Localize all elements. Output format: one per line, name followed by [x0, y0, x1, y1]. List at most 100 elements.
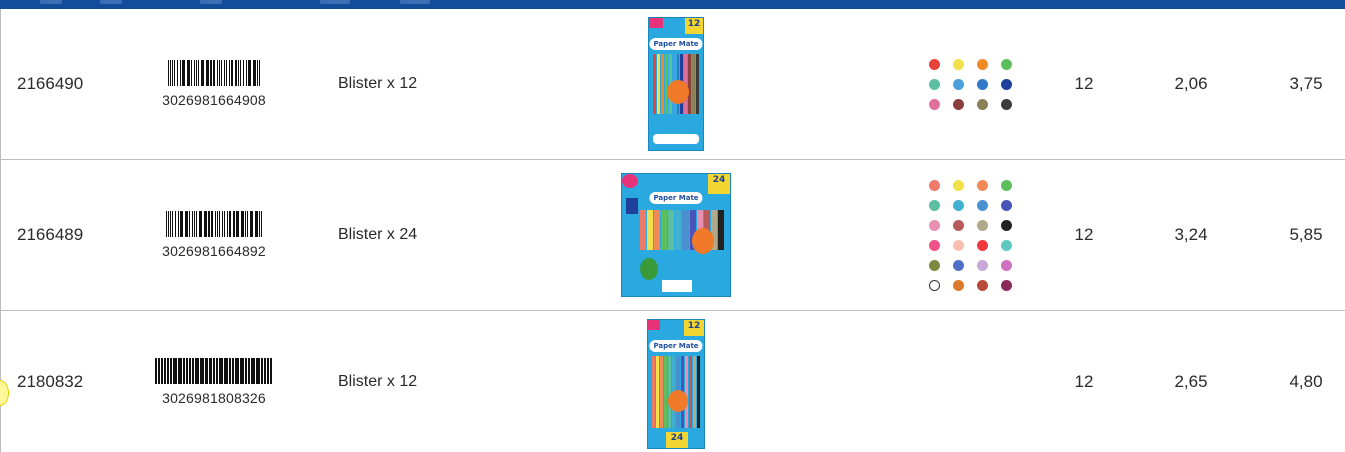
color-dot	[953, 58, 964, 70]
color-dot	[953, 98, 964, 110]
color-dot	[977, 98, 988, 110]
table-header-bar	[0, 0, 1345, 9]
pencil-stripe	[675, 210, 682, 250]
color-dot	[977, 219, 988, 231]
pencil-stripe	[664, 355, 668, 428]
product-image: 24 Paper Mate	[601, 160, 751, 310]
color-dot	[977, 199, 988, 211]
pencil-stripe	[661, 210, 668, 250]
pencil-stripe	[668, 210, 675, 250]
color-swatches	[929, 9, 1039, 159]
price-ttc: 5,85	[1289, 225, 1323, 244]
header-fragment	[200, 0, 222, 4]
color-dot-grid	[929, 179, 1012, 291]
color-dot	[929, 239, 940, 251]
pencil-stripe	[660, 355, 664, 428]
pencil-stripe	[696, 54, 700, 114]
pencil-stripe	[656, 355, 660, 428]
color-dot	[1001, 279, 1012, 291]
product-image: 12 Paper Mate 24	[601, 311, 751, 452]
product-description: Blister x 12	[338, 372, 418, 390]
color-dot	[953, 279, 964, 291]
brand-logo: Paper Mate	[649, 192, 703, 204]
product-table: 2166490 3026981664908 Blister x 12 12 Pa…	[0, 9, 1345, 452]
pack-quantity: 12	[1074, 371, 1094, 391]
pencil-stripe	[696, 355, 700, 428]
mascot-icon	[640, 258, 658, 280]
ean-cell: 3026981664908	[134, 9, 294, 159]
ean-cell: 3026981664892	[134, 160, 294, 310]
color-dot	[953, 199, 964, 211]
ean-code: 3026981664908	[162, 92, 266, 108]
color-dot	[977, 78, 988, 90]
color-dot	[953, 259, 964, 271]
color-dot	[929, 279, 940, 291]
pencil-stripe	[688, 355, 692, 428]
mascot-icon	[667, 80, 689, 104]
pencil-stripe	[647, 210, 654, 250]
pencil-pack-image: 24 Paper Mate	[621, 173, 731, 297]
color-dot	[977, 239, 988, 251]
pack-quantity: 12	[1074, 225, 1094, 244]
barcode-gap	[272, 358, 273, 384]
price-ttc: 4,80	[1289, 371, 1323, 391]
color-dot	[1001, 259, 1012, 271]
mascot-icon	[692, 228, 714, 254]
pencil-stripe	[688, 54, 692, 114]
pencil-stripe	[717, 210, 724, 250]
product-image: 12 Paper Mate	[601, 9, 751, 159]
pack-flag-icon	[622, 174, 638, 188]
pencil-pack-image: 12 Paper Mate	[648, 17, 704, 151]
pack-label-icon	[662, 280, 692, 292]
color-dot	[977, 179, 988, 191]
price-ttc: 3,75	[1289, 74, 1323, 93]
brand-logo: Paper Mate	[649, 339, 703, 352]
pencil-pack-image: 12 Paper Mate 24	[647, 318, 705, 449]
color-dot	[929, 259, 940, 271]
color-dot	[953, 179, 964, 191]
table-row: 2166490 3026981664908 Blister x 12 12 Pa…	[1, 9, 1345, 160]
color-dot	[977, 279, 988, 291]
product-ref: 2166490	[17, 74, 84, 93]
pack-size-badge: 12	[685, 18, 703, 34]
header-fragment	[400, 0, 430, 4]
product-description: Blister x 24	[338, 226, 418, 243]
price-ht: 2,06	[1174, 74, 1208, 93]
pack-quantity: 12	[1074, 74, 1094, 93]
price-ht: 3,24	[1174, 225, 1208, 244]
table-row: 2180832 3026981808326 Blister x 12 12 Pa…	[1, 311, 1345, 452]
pencil-stripe	[664, 54, 668, 114]
pencil-stripe	[640, 210, 647, 250]
brand-logo: Paper Mate	[649, 38, 703, 50]
color-dot-grid	[929, 58, 1012, 110]
color-dot	[1001, 239, 1012, 251]
pack-size-badge: 12	[684, 319, 704, 336]
pencil-stripe	[653, 54, 656, 114]
barcode-gap	[260, 60, 261, 86]
ean-cell: 3026981808326	[134, 311, 294, 452]
pencil-stripe	[656, 54, 660, 114]
barcode-icon	[167, 60, 261, 86]
color-dot	[929, 98, 940, 110]
color-dot	[953, 78, 964, 90]
pencil-stripe	[660, 54, 664, 114]
ean-code: 3026981664892	[162, 243, 266, 259]
color-dot	[977, 58, 988, 70]
color-swatches	[929, 311, 1039, 452]
color-dot	[929, 78, 940, 90]
barcode-icon	[155, 357, 273, 384]
pencil-stripe	[692, 355, 696, 428]
header-fragment	[100, 0, 122, 4]
pencil-stripe	[652, 355, 656, 428]
mascot-icon	[668, 389, 688, 412]
barcode-icon	[165, 211, 263, 237]
barcode-gap	[262, 211, 263, 237]
color-dot	[953, 219, 964, 231]
color-dot	[953, 239, 964, 251]
color-dot	[1001, 179, 1012, 191]
pencil-stripe	[684, 355, 688, 428]
header-fragment	[320, 0, 350, 4]
color-dot	[929, 199, 940, 211]
price-ht: 2,65	[1174, 371, 1208, 391]
table-row: 2166489 3026981664892 Blister x 24 24 Pa…	[1, 160, 1345, 311]
